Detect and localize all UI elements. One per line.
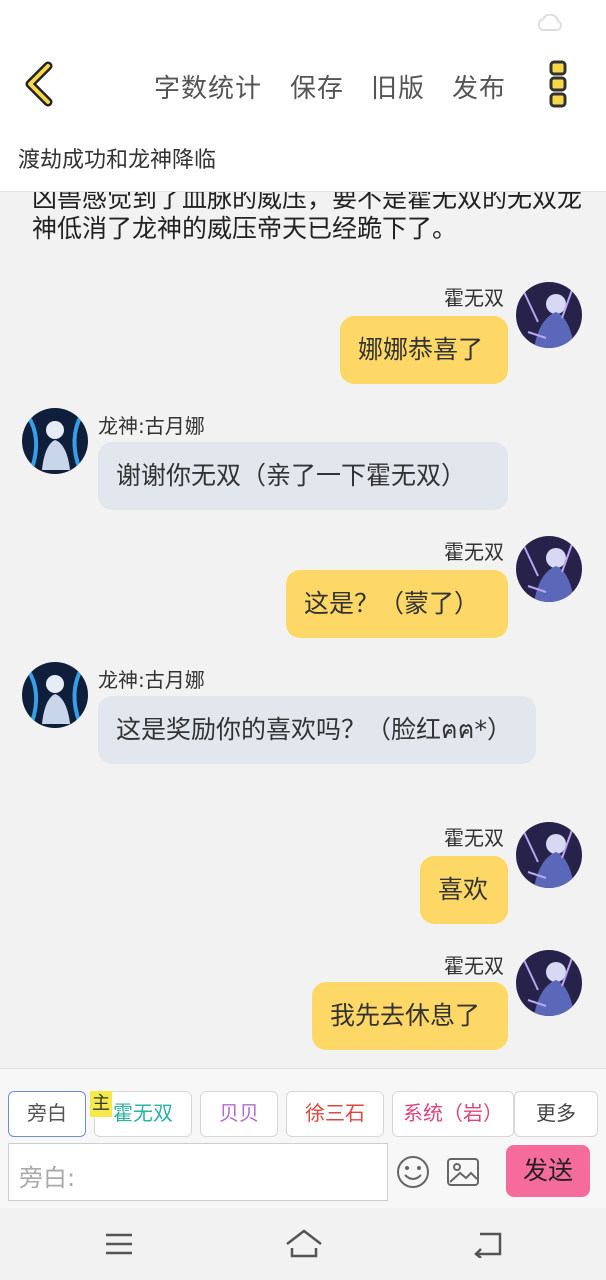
- word-count-button[interactable]: 字数统计: [154, 68, 262, 105]
- message-bubble-right[interactable]: 这是？（蒙了）: [286, 570, 508, 638]
- send-button[interactable]: 发送: [506, 1145, 590, 1197]
- character-xu-sanshi-button[interactable]: 徐三石: [286, 1091, 384, 1137]
- message-bubble-right[interactable]: 我先去休息了: [312, 982, 508, 1050]
- avatar-gu-yuena[interactable]: [22, 408, 88, 474]
- system-nav-bar: [0, 1208, 606, 1280]
- back-nav-icon[interactable]: [472, 1230, 504, 1258]
- message-bubble-left[interactable]: 这是奖励你的喜欢吗？（脸红ฅฅ*）: [98, 696, 536, 764]
- character-system-button[interactable]: 系统（岩）: [392, 1091, 514, 1137]
- avatar-huo-wushuang[interactable]: [516, 282, 582, 348]
- narration-text: 凶兽感觉到了血脉的威压，要不是霍无双的无双龙神低消了龙神的威压帝天已经跪下了。: [32, 192, 583, 243]
- speaker-name: 龙神:古月娜: [98, 668, 205, 692]
- more-characters-button[interactable]: 更多: [514, 1091, 598, 1137]
- back-arrow-icon[interactable]: [18, 60, 66, 108]
- old-version-button[interactable]: 旧版: [371, 68, 425, 105]
- emoji-icon[interactable]: [396, 1155, 430, 1189]
- message-bubble-right[interactable]: 喜欢: [420, 856, 508, 924]
- save-button[interactable]: 保存: [290, 68, 344, 105]
- chat-area[interactable]: 凶兽感觉到了血脉的威压，要不是霍无双的无双龙神低消了龙神的威压帝天已经跪下了。 …: [0, 192, 606, 1068]
- message-input[interactable]: 旁白:: [8, 1143, 388, 1201]
- more-options-icon[interactable]: [540, 58, 576, 110]
- status-bar: [0, 0, 606, 50]
- avatar-huo-wushuang[interactable]: [516, 950, 582, 1016]
- character-beibei-button[interactable]: 贝贝: [200, 1091, 278, 1137]
- cloud-sync-icon: [537, 14, 562, 31]
- message-bubble-right[interactable]: 娜娜恭喜了: [340, 316, 508, 384]
- home-icon[interactable]: [284, 1228, 324, 1260]
- chapter-header: 渡劫成功和龙神降临: [0, 120, 606, 192]
- input-panel: 旁白 霍无双 主 贝贝 徐三石 系统（岩） 更多 旁白: 发送: [0, 1068, 606, 1208]
- menu-icon[interactable]: [104, 1232, 134, 1256]
- image-icon[interactable]: [446, 1157, 480, 1187]
- main-character-badge: 主: [90, 1091, 112, 1117]
- avatar-huo-wushuang[interactable]: [516, 822, 582, 888]
- speaker-name: 霍无双: [444, 286, 504, 310]
- speaker-name: 霍无双: [444, 954, 504, 978]
- avatar-huo-wushuang[interactable]: [516, 536, 582, 602]
- character-narrator-button[interactable]: 旁白: [8, 1091, 86, 1137]
- speaker-name: 霍无双: [444, 826, 504, 850]
- speaker-name: 霍无双: [444, 540, 504, 564]
- speaker-name: 龙神:古月娜: [98, 414, 205, 438]
- input-placeholder: 旁白:: [19, 1164, 76, 1192]
- editor-toolbar: 字数统计 保存 旧版 发布: [0, 50, 606, 120]
- chapter-title[interactable]: 渡劫成功和龙神降临: [18, 142, 216, 174]
- publish-button[interactable]: 发布: [452, 68, 506, 105]
- message-bubble-left[interactable]: 谢谢你无双（亲了一下霍无双）: [98, 442, 508, 510]
- avatar-gu-yuena[interactable]: [22, 662, 88, 728]
